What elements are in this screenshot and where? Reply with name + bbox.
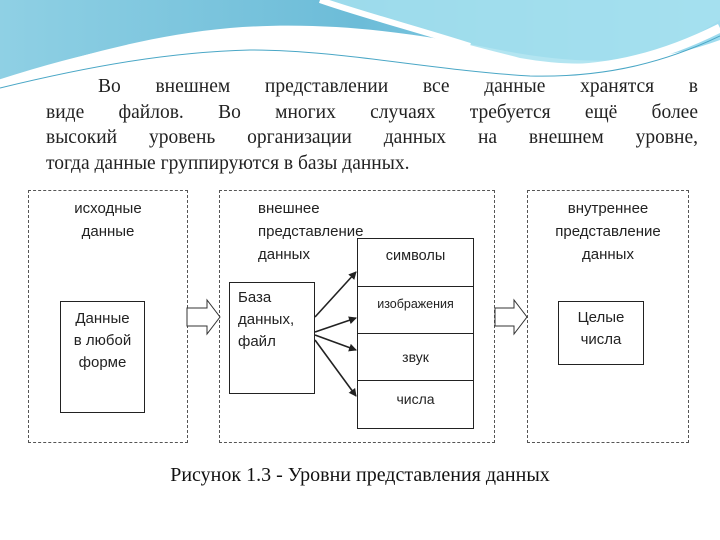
block-arrow-source-to-external: [186, 298, 221, 336]
title-line: внешнее: [258, 200, 320, 217]
figure-caption: Рисунок 1.3 - Уровни представления данны…: [170, 464, 550, 486]
data-types-stack: символы изображения звук числа: [357, 238, 474, 429]
paragraph-line: тогда данные группируются в базы данных.: [46, 152, 410, 174]
box-line: Данные: [75, 310, 130, 327]
title-line: данных: [582, 246, 634, 263]
title-line: представление: [555, 223, 661, 240]
type-cell-symbols: символы: [385, 248, 446, 264]
any-form-data-box: Данные в любой форме: [60, 301, 145, 413]
type-cell-images: изображения: [358, 286, 473, 333]
title-line: исходные: [74, 200, 142, 217]
title-line: представление: [258, 223, 364, 240]
box-line: в любой: [73, 332, 132, 349]
external-representation-title: внешнее представление данных: [258, 197, 364, 266]
box-line: форме: [78, 354, 127, 371]
title-line: данные: [81, 223, 135, 240]
title-line: данных: [258, 246, 310, 263]
box-line: Целые: [577, 309, 625, 326]
box-line: данных,: [238, 311, 295, 328]
block-arrow-external-to-internal: [494, 298, 528, 336]
source-data-title: исходные данные: [28, 197, 188, 243]
type-cell-numbers: числа: [358, 380, 473, 429]
paragraph-line: Во внешнем представлении все данные хран…: [98, 76, 698, 97]
paragraph-line: виде файлов. Во многих случаях требуется…: [46, 101, 698, 123]
database-file-box: База данных, файл: [229, 282, 315, 394]
title-line: внутреннее: [567, 200, 649, 217]
type-cell-sound: звук: [358, 333, 473, 380]
paragraph-line: высокий уровень организации данных на вн…: [46, 127, 698, 148]
box-line: числа: [580, 331, 622, 348]
box-line: База: [238, 289, 272, 306]
integers-box: Целые числа: [558, 301, 644, 365]
intro-paragraph: Во внешнем представлении все данные хран…: [46, 74, 698, 176]
internal-representation-title: внутреннее представление данных: [527, 197, 689, 266]
box-line: файл: [238, 333, 276, 350]
